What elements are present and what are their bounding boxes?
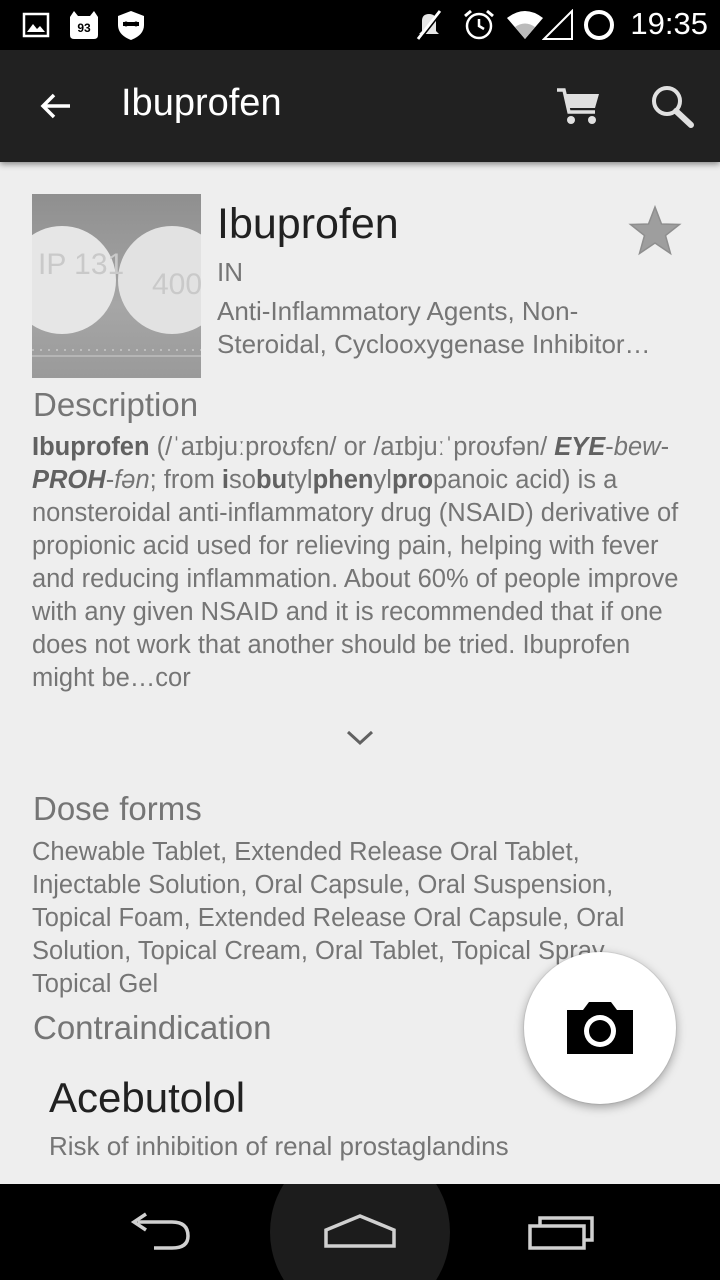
cart-icon [557, 88, 599, 124]
status-bar: 93 19:35 [0, 0, 720, 50]
expand-description-button[interactable] [336, 718, 384, 758]
back-arrow-icon [40, 93, 70, 119]
back-button[interactable] [28, 78, 84, 134]
image-icon [22, 9, 50, 41]
sync-icon [582, 9, 616, 41]
nav-recents-icon [528, 1216, 594, 1250]
signal-icon [542, 9, 574, 41]
drug-code: IN [217, 257, 243, 287]
page-title: Ibuprofen [121, 82, 282, 124]
dose-forms-heading: Dose forms [33, 790, 202, 827]
pill-imprint-right: 400 [152, 268, 201, 301]
incognito-icon [116, 9, 146, 41]
contraindication-item-name[interactable]: Acebutolol [49, 1074, 245, 1122]
wifi-icon [506, 9, 544, 41]
chevron-down-icon [346, 730, 374, 746]
search-button[interactable] [640, 74, 704, 138]
description-text: Ibuprofen (/ˈaɪbjuːproʊfɛn/ or /aɪbjuːˈp… [32, 433, 679, 692]
camera-icon [567, 1002, 633, 1054]
nav-home-icon [324, 1214, 396, 1248]
desc-drug-name: Ibuprofen [32, 433, 150, 461]
contraindication-heading: Contraindication [33, 1009, 272, 1046]
nav-back-icon [130, 1212, 190, 1250]
contraindication-item-reason: Risk of inhibition of renal prostaglandi… [49, 1131, 509, 1161]
alarm-icon [462, 9, 496, 41]
star-icon [628, 205, 682, 256]
description-heading: Description [33, 386, 199, 423]
favorite-button[interactable] [624, 200, 686, 262]
mute-icon [414, 9, 444, 41]
drug-image: IP 131 400 [32, 194, 201, 378]
camera-button[interactable] [524, 952, 676, 1104]
action-bar: Ibuprofen [0, 50, 720, 162]
drug-classification: Anti-Inflammatory Agents, Non-Steroidal,… [217, 296, 651, 359]
navigation-bar [0, 1184, 720, 1280]
nav-home-button[interactable] [300, 1192, 420, 1272]
drug-name: Ibuprofen [217, 200, 399, 248]
nav-back-button[interactable] [100, 1192, 220, 1272]
pill-imprint-left: IP 131 [38, 248, 124, 281]
notification-app-icon: 93 [66, 9, 102, 41]
notification-badge-text: 93 [77, 21, 91, 35]
cart-button[interactable] [548, 78, 608, 134]
search-icon [652, 86, 694, 128]
nav-recents-button[interactable] [502, 1192, 622, 1272]
status-time: 19:35 [630, 6, 708, 41]
